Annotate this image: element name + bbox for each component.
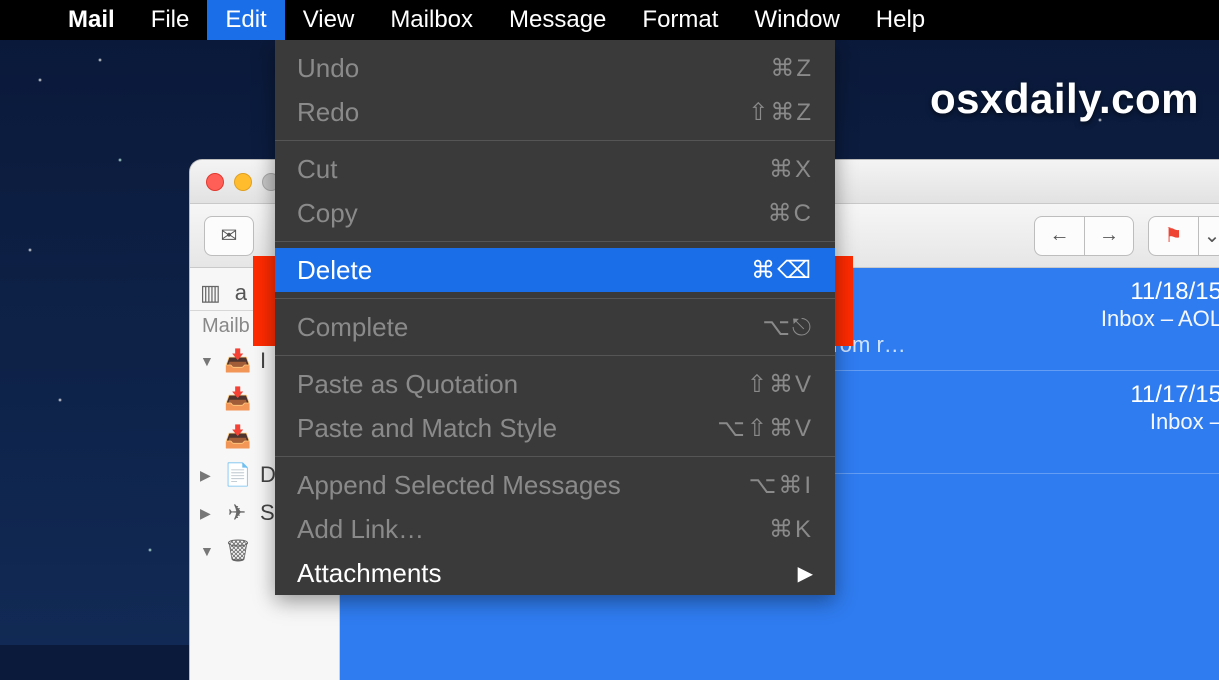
menu-item-label: Redo	[297, 97, 748, 128]
menu-item-append-selected-messages: Append Selected Messages⌥⌘I	[275, 463, 835, 507]
nav-segment: ← →	[1034, 216, 1134, 256]
chevron-down-icon: ⌄	[1204, 223, 1219, 248]
disclosure-triangle-icon: ▼	[200, 353, 214, 369]
disclosure-triangle-icon: ▶	[200, 505, 214, 522]
menubar-window[interactable]: Window	[736, 0, 857, 40]
compose-button[interactable]: ✉︎	[204, 216, 254, 256]
message-mailbox: Inbox – AOL	[1101, 306, 1219, 332]
menu-item-label: Attachments	[297, 558, 798, 589]
menu-item-label: Paste and Match Style	[297, 413, 717, 444]
menu-item-shortcut: ⌘Z	[770, 54, 813, 83]
menu-item-cut: Cut⌘X	[275, 147, 835, 191]
inbox-icon: 📥	[224, 424, 250, 450]
menu-item-copy: Copy⌘C	[275, 191, 835, 235]
menubar-help[interactable]: Help	[858, 0, 943, 40]
envelope-icon: ✉︎	[221, 223, 238, 248]
edit-menu-dropdown: Undo⌘ZRedo⇧⌘ZCut⌘XCopy⌘CDelete⌘⌫Complete…	[275, 40, 835, 595]
menu-item-undo: Undo⌘Z	[275, 46, 835, 90]
send-icon: ✈︎	[224, 500, 250, 526]
menubar-edit[interactable]: Edit	[207, 0, 284, 40]
disclosure-triangle-icon: ▼	[200, 543, 214, 559]
menu-item-shortcut: ⌘K	[769, 515, 813, 544]
message-mailbox: Inbox –	[1150, 409, 1219, 435]
inbox-icon: 📥	[224, 386, 250, 412]
menu-item-label: Copy	[297, 198, 768, 229]
watermark-text: osxdaily.com	[930, 75, 1199, 123]
arrow-left-icon: ←	[1050, 224, 1070, 247]
flag-icon: ⚑	[1165, 223, 1183, 248]
submenu-arrow-icon: ▶	[798, 561, 813, 586]
menu-item-shortcut: ⇧⌘Z	[748, 98, 813, 127]
menu-item-shortcut: ⌥⇧⌘V	[717, 414, 813, 443]
disclosure-triangle-icon: ▶	[200, 467, 214, 484]
menu-item-complete: Complete⌥⎋	[275, 305, 835, 349]
layout-icon[interactable]: ▥	[200, 280, 221, 306]
menu-item-label: Add Link…	[297, 514, 769, 545]
sidebar-item-label: S	[260, 500, 275, 526]
menubar-format[interactable]: Format	[624, 0, 736, 40]
trash-icon: 🗑	[224, 538, 250, 564]
menu-item-label: Paste as Quotation	[297, 369, 747, 400]
next-button[interactable]: →	[1084, 216, 1134, 256]
inbox-icon: 📥	[224, 348, 250, 374]
menu-item-label: Complete	[297, 312, 762, 343]
menu-item-redo: Redo⇧⌘Z	[275, 90, 835, 134]
menu-item-attachments[interactable]: Attachments▶	[275, 551, 835, 595]
menu-item-paste-as-quotation: Paste as Quotation⇧⌘V	[275, 362, 835, 406]
menu-item-label: Undo	[297, 53, 770, 84]
sidebar-item-label: D	[260, 462, 276, 488]
menu-item-shortcut: ⌘⌫	[751, 256, 813, 285]
menu-item-shortcut: ⌘C	[768, 199, 813, 228]
menu-item-delete[interactable]: Delete⌘⌫	[275, 248, 835, 292]
menubar-file[interactable]: File	[133, 0, 208, 40]
menu-separator	[275, 140, 835, 141]
menubar-mailbox[interactable]: Mailbox	[372, 0, 491, 40]
flag-segment: ⚑ ⌄	[1148, 216, 1219, 256]
menu-item-shortcut: ⌥⎋	[762, 313, 813, 342]
sidebar-item-label: I	[260, 348, 266, 374]
prev-button[interactable]: ←	[1034, 216, 1084, 256]
menubar: Mail File Edit View Mailbox Message Form…	[0, 0, 1219, 40]
arrow-right-icon: →	[1099, 224, 1119, 247]
menu-item-shortcut: ⌥⌘I	[749, 471, 813, 500]
menubar-message[interactable]: Message	[491, 0, 624, 40]
menu-separator	[275, 298, 835, 299]
menu-separator	[275, 456, 835, 457]
menubar-view[interactable]: View	[285, 0, 373, 40]
menu-separator	[275, 241, 835, 242]
menu-item-label: Cut	[297, 154, 769, 185]
message-date: 11/17/15	[1130, 381, 1219, 409]
doc-icon: 📄	[224, 462, 250, 488]
flag-menu-button[interactable]: ⌄	[1198, 216, 1219, 256]
menu-item-add-link-: Add Link…⌘K	[275, 507, 835, 551]
sort-label: a	[235, 280, 247, 306]
menu-item-label: Append Selected Messages	[297, 470, 749, 501]
menubar-app[interactable]: Mail	[50, 0, 133, 40]
menu-separator	[275, 355, 835, 356]
message-date: 11/18/15	[1130, 278, 1219, 306]
menu-item-shortcut: ⌘X	[769, 155, 813, 184]
flag-button[interactable]: ⚑	[1148, 216, 1198, 256]
menu-item-paste-and-match-style: Paste and Match Style⌥⇧⌘V	[275, 406, 835, 450]
menu-item-shortcut: ⇧⌘V	[747, 370, 813, 399]
menu-item-label: Delete	[297, 255, 751, 286]
